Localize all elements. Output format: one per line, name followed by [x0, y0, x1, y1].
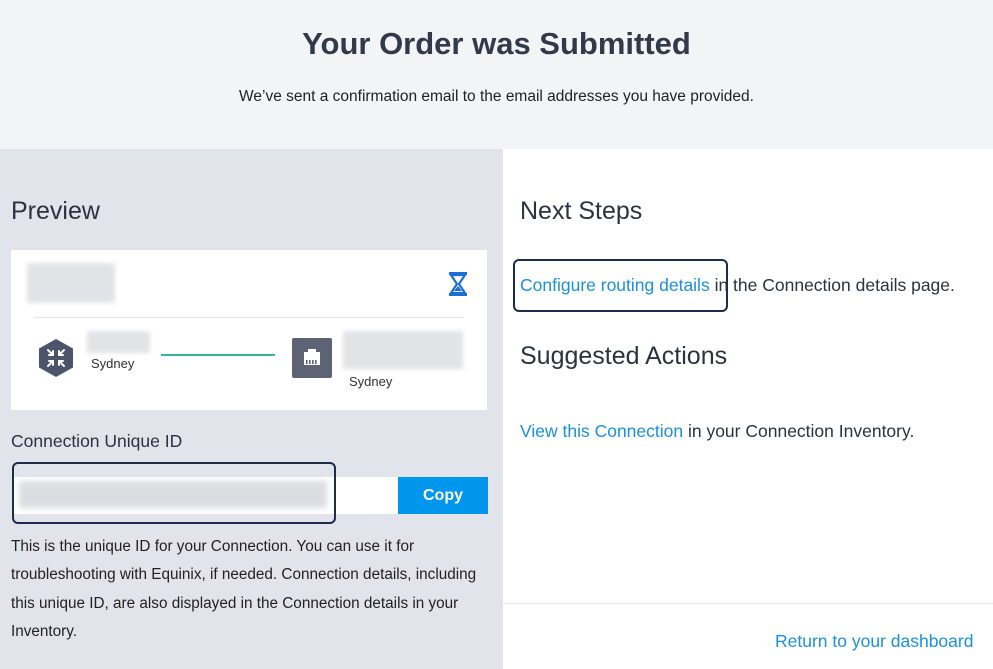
unique-id-description: This is the unique ID for your Connectio…: [11, 538, 477, 640]
unique-id-highlight: [12, 462, 336, 524]
preview-panel: Preview Sydney Sydney Connection Unique …: [0, 149, 503, 669]
card-divider: [34, 317, 464, 318]
next-step-suffix: in the Connection details page.: [709, 275, 955, 295]
unique-id-label: Connection Unique ID: [11, 431, 183, 451]
footer-divider: [503, 603, 993, 604]
source-name-redacted: [87, 331, 150, 353]
suggested-actions-title: Suggested Actions: [520, 342, 728, 370]
return-dashboard-link[interactable]: Return to your dashboard: [775, 631, 973, 652]
confirmation-header: Your Order was Submitted We’ve sent a co…: [0, 0, 993, 149]
connection-preview-card: Sydney Sydney: [11, 250, 487, 410]
hourglass-icon: [448, 272, 468, 296]
next-steps-title: Next Steps: [520, 197, 643, 225]
connection-name-redacted: [27, 263, 115, 303]
suggested-action-line: View this Connection in your Connection …: [520, 421, 914, 442]
preview-title: Preview: [11, 197, 100, 225]
source-city: Sydney: [91, 356, 135, 371]
view-connection-link[interactable]: View this Connection: [520, 421, 683, 441]
copy-button[interactable]: Copy: [398, 477, 488, 514]
destination-name-redacted: [343, 331, 463, 369]
suggested-action-suffix: in your Connection Inventory.: [683, 421, 915, 441]
page-title: Your Order was Submitted: [302, 26, 691, 61]
page-subtitle: We’ve sent a confirmation email to the e…: [239, 88, 754, 105]
ethernet-port-icon: [292, 338, 332, 378]
configure-routing-highlight: [513, 259, 728, 312]
hexagon-arrows-icon: [39, 339, 73, 377]
next-steps-panel: Next Steps Configure routing details in …: [503, 149, 993, 669]
destination-city: Sydney: [349, 374, 393, 389]
connection-line: [161, 354, 275, 356]
